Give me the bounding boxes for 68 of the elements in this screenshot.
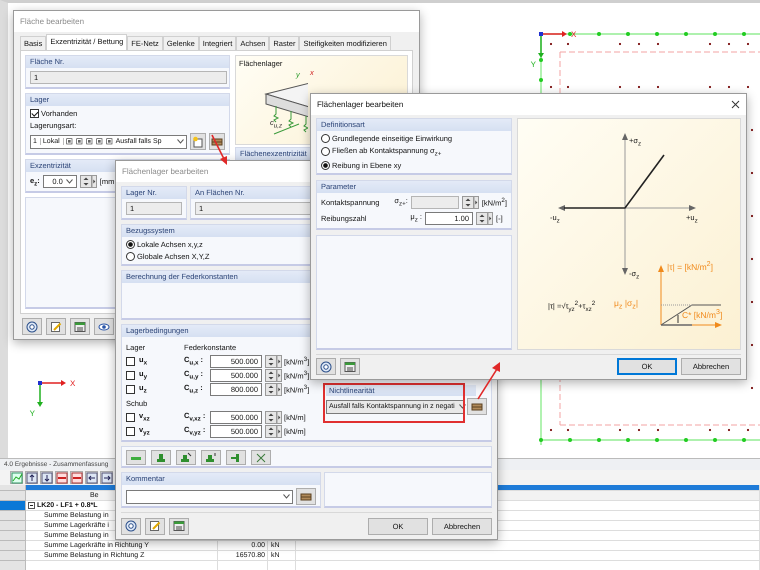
caret-icon [177, 139, 184, 144]
toolbar-button[interactable] [316, 358, 336, 375]
axes-icon [538, 31, 567, 58]
hinge-icon [230, 452, 242, 464]
window-title: Fläche bearbeiten [20, 17, 86, 26]
toolbar-button[interactable] [25, 471, 38, 484]
toolbar-button[interactable] [296, 488, 316, 505]
help-icon [26, 320, 38, 332]
window-title: Flächenlager bearbeiten [317, 100, 404, 109]
spinner-icon[interactable] [265, 424, 282, 438]
table-icon [344, 360, 356, 372]
toolbar-button[interactable] [70, 471, 83, 484]
axis-label: C* [kN/m$^{3}$] [682, 308, 722, 320]
new-item-icon [192, 136, 204, 148]
checkbox[interactable] [30, 109, 39, 118]
toolbar-button[interactable] [169, 518, 189, 534]
toolbar-button[interactable] [55, 471, 68, 484]
toolbar-button[interactable] [85, 471, 98, 484]
close-icon[interactable] [731, 100, 740, 109]
axis-label: X [70, 379, 76, 388]
toolbar-button[interactable] [46, 318, 66, 335]
toolbar-button[interactable] [100, 471, 113, 484]
axis-label: μ$_{z}$ |σ$_{z}$| [614, 299, 638, 312]
axis-label: |τ| = [kN/m$^{2}$] [667, 260, 713, 272]
library-icon [471, 400, 483, 412]
spinner-icon[interactable] [265, 410, 282, 424]
help-icon [125, 520, 137, 532]
comment-field[interactable] [126, 490, 293, 504]
spinner-icon[interactable] [265, 354, 282, 368]
eye-icon [98, 320, 110, 332]
expand-icon [255, 452, 267, 464]
checkbox[interactable] [126, 356, 135, 366]
table-icon [74, 320, 86, 332]
support-icon [205, 452, 217, 464]
support-icon [155, 452, 167, 464]
edit-icon [50, 320, 62, 332]
axis-label: Y [30, 409, 35, 418]
chart-icon [10, 472, 22, 484]
library-icon [300, 490, 312, 502]
axes-icon [37, 380, 66, 407]
toolbar-button[interactable] [94, 318, 114, 335]
toolbar-button[interactable] [190, 133, 206, 150]
toolbar-button[interactable] [70, 318, 90, 335]
toolbar-button[interactable] [22, 318, 42, 335]
toolbar-button[interactable] [467, 398, 487, 415]
toolbar-button[interactable] [40, 471, 53, 484]
toolbar-button[interactable] [340, 358, 360, 375]
axis-label: Y [530, 60, 536, 69]
checkbox[interactable] [126, 370, 135, 380]
spinner-icon[interactable] [265, 368, 282, 382]
spinner-icon[interactable] [265, 382, 282, 396]
toolbar-button[interactable] [145, 518, 165, 534]
table-icon [173, 520, 185, 532]
caret-icon [283, 494, 290, 499]
checkbox[interactable] [126, 412, 135, 422]
edit-icon [149, 520, 161, 532]
tree-toggle-icon[interactable] [28, 502, 35, 509]
spinner-icon[interactable] [80, 175, 97, 188]
spinner-icon[interactable] [462, 196, 479, 208]
spinner-icon[interactable] [476, 212, 493, 224]
checkbox[interactable] [126, 384, 135, 394]
caret-icon [458, 404, 466, 409]
caret-icon [66, 179, 73, 184]
toolbar-button[interactable] [121, 518, 141, 534]
axis-label: X [571, 30, 576, 39]
checkbox[interactable] [126, 426, 135, 436]
support-icon [180, 452, 192, 464]
help-icon [320, 360, 332, 372]
